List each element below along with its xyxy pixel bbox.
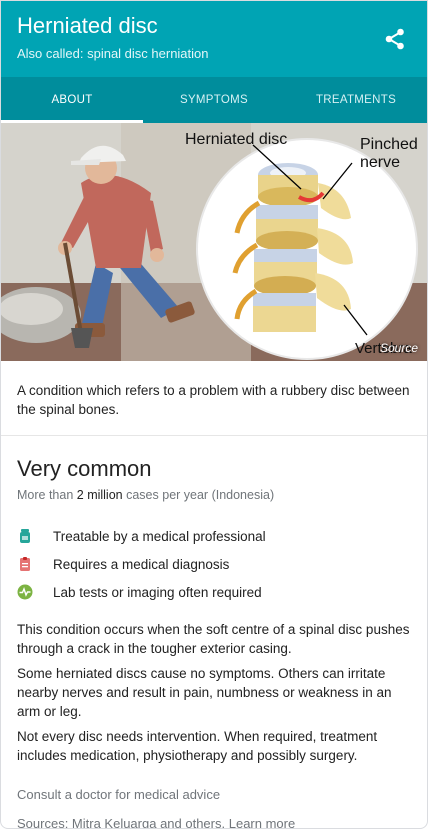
frequency-suffix: cases per year (Indonesia) (126, 488, 275, 502)
share-icon[interactable] (385, 28, 405, 50)
fact-item: Lab tests or imaging often required (17, 578, 411, 606)
fact-text: Treatable by a medical professional (53, 528, 266, 544)
tab-treatments[interactable]: TREATMENTS (285, 77, 427, 123)
spine-illustration: Herniated disc Pinched nerve Vertebra (1, 123, 427, 361)
frequency-prefix: More than (17, 488, 74, 502)
consult-notice: Consult a doctor for medical advice (17, 787, 221, 802)
label-pinched-line1: Pinched (360, 136, 418, 153)
info-paragraph: Some herniated discs cause no symptoms. … (17, 666, 392, 719)
sources-line: Sources: Mitra Keluarga and others. Lear… (17, 816, 411, 829)
frequency-subtitle: More than 2 million cases per year (Indo… (17, 488, 411, 502)
label-pinched-line2: nerve (360, 154, 400, 171)
image-source-link[interactable]: Source (380, 341, 418, 355)
frequency-section: Very common More than 2 million cases pe… (1, 456, 427, 829)
label-herniated-disc: Herniated disc (185, 131, 287, 148)
pulse-icon (17, 584, 33, 600)
fact-text: Lab tests or imaging often required (53, 584, 262, 600)
fact-text: Requires a medical diagnosis (53, 556, 230, 572)
fact-item: Requires a medical diagnosis (17, 550, 411, 578)
tab-symptoms[interactable]: SYMPTOMS (143, 77, 285, 123)
card-header: Herniated disc Also called: spinal disc … (1, 1, 427, 77)
frequency-count: 2 million (76, 488, 123, 502)
frequency-title: Very common (17, 456, 152, 481)
facts-list: Treatable by a medical professional Requ… (17, 522, 411, 606)
sources-text: Sources: Mitra Keluarga and others. (17, 816, 226, 829)
hero-illustration[interactable]: Herniated disc Pinched nerve Vertebra So… (1, 123, 427, 361)
page-subtitle: Also called: spinal disc herniation (17, 46, 209, 61)
fact-item: Treatable by a medical professional (17, 522, 411, 550)
tab-bar: ABOUT SYMPTOMS TREATMENTS (1, 77, 427, 123)
medicine-bottle-icon (17, 528, 33, 544)
info-paragraph: This condition occurs when the soft cent… (17, 622, 410, 656)
tab-about[interactable]: ABOUT (1, 77, 143, 123)
knowledge-card: Herniated disc Also called: spinal disc … (0, 0, 428, 829)
clipboard-icon (17, 556, 33, 572)
page-title: Herniated disc (17, 13, 158, 38)
info-paragraph: Not every disc needs intervention. When … (17, 729, 378, 763)
learn-more-link[interactable]: Learn more (229, 816, 295, 828)
condition-description: A condition which refers to a problem wi… (1, 361, 427, 436)
